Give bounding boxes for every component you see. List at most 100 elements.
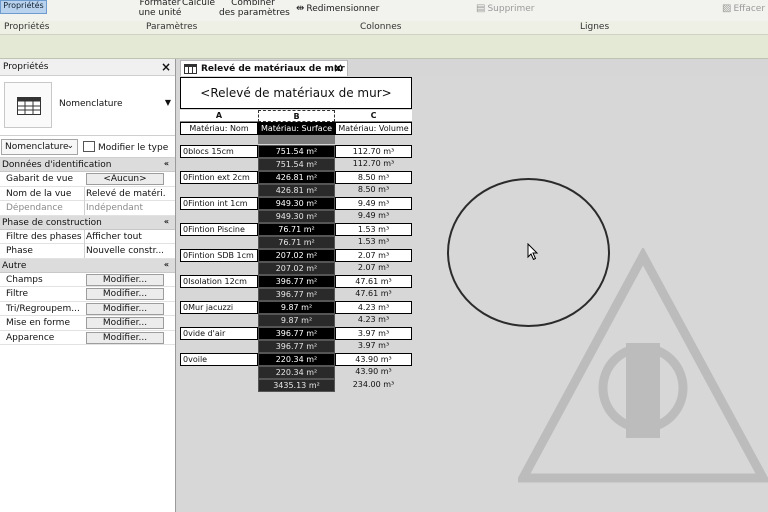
volume-subtotal-cell: 9.49 m³ <box>357 211 390 220</box>
tab-label: Relevé de matériaux de mur <box>201 64 345 74</box>
material-name-cell[interactable]: 0vide d'air <box>180 327 258 340</box>
prop-row-sorting: Tri/Regroupem... Modifier... <box>0 302 175 316</box>
surface-cell[interactable]: 396.77 m² <box>258 327 335 340</box>
fields-edit-button[interactable]: Modifier... <box>86 273 164 286</box>
surface-cell[interactable]: 426.81 m² <box>258 171 335 184</box>
edit-type-label: Modifier le type <box>98 143 169 153</box>
surface-cell[interactable]: 949.30 m² <box>258 197 335 210</box>
tab-schedule-view[interactable]: Relevé de matériaux de mur × <box>180 60 348 76</box>
filter-edit-button[interactable]: Modifier... <box>86 288 164 300</box>
formatting-edit-button[interactable]: Modifier... <box>86 317 164 329</box>
surface-subtotal-cell: 220.34 m² <box>258 366 335 379</box>
ribbon-panel-bar: Propriétés Paramètres Colonnes Lignes <box>0 21 768 35</box>
material-name-cell[interactable]: 0Fintion ext 2cm <box>180 171 258 184</box>
schedule-rows: 0blocs 15cm 751.54 m² 112.70 m³ 751.54 m² 11… <box>180 135 412 393</box>
prop-name: Champs <box>6 274 43 285</box>
volume-subtotal-cell: 3.97 m³ <box>357 341 390 350</box>
prop-row-dependency: Dépendance Indépendant <box>0 201 175 216</box>
group-label: Autre <box>2 260 27 271</box>
surface-cell[interactable]: 9.87 m² <box>258 301 335 314</box>
schedule-title[interactable]: <Relevé de matériaux de mur> <box>180 77 412 109</box>
column-letter-b[interactable]: B <box>258 110 335 122</box>
field-header-volume[interactable]: Matériau: Volume <box>335 122 412 135</box>
instance-filter-select[interactable]: Nomenclature ⌄ <box>1 139 78 155</box>
prop-name: Apparence <box>6 332 55 343</box>
volume-subtotal-cell: 8.50 m³ <box>357 185 390 194</box>
volume-cell[interactable]: 112.70 m³ <box>335 145 412 158</box>
column-letter-c[interactable]: C <box>335 110 412 122</box>
surface-grand-total: 3435.13 m² <box>258 379 335 392</box>
surface-subtotal-cell: 396.77 m² <box>258 288 335 301</box>
surface-cell[interactable]: 396.77 m² <box>258 275 335 288</box>
material-name-cell[interactable]: 0Fintion SDB 1cm <box>180 249 258 262</box>
delete-button[interactable]: ▤ Supprimer <box>476 3 535 15</box>
volume-cell[interactable]: 47.61 m³ <box>335 275 412 288</box>
material-name-cell[interactable]: 0voile <box>180 353 258 366</box>
material-name-cell[interactable]: 0Mur jacuzzi <box>180 301 258 314</box>
volume-cell[interactable]: 2.07 m³ <box>335 249 412 262</box>
caret-down-icon[interactable]: ▼ <box>165 98 171 107</box>
panel-label-columns: Colonnes <box>360 22 402 32</box>
volume-cell[interactable]: 1.53 m³ <box>335 223 412 236</box>
surface-cell[interactable]: 76.71 m² <box>258 223 335 236</box>
field-header-name[interactable]: Matériau: Nom <box>180 122 258 135</box>
ribbon: Propriétés Formater une unité Calculé Co… <box>0 0 768 21</box>
properties-palette: Propriétés × Nomenclature ▼ Nomenclature… <box>0 59 176 512</box>
mouse-cursor-icon <box>527 243 539 261</box>
material-name-cell[interactable]: 0Fintion Piscine <box>180 223 258 236</box>
sorting-edit-button[interactable]: Modifier... <box>86 302 164 315</box>
collapse-icon[interactable]: « <box>164 217 169 226</box>
material-name-cell[interactable]: 0Isolation 12cm <box>180 275 258 288</box>
surface-cell[interactable]: 751.54 m² <box>258 145 335 158</box>
properties-title: Propriétés <box>3 62 49 72</box>
properties-ribbon-button[interactable]: Propriétés <box>0 0 47 14</box>
volume-cell[interactable]: 9.49 m³ <box>335 197 412 210</box>
format-unit-button[interactable]: Formater une unité <box>138 0 182 18</box>
volume-cell[interactable]: 3.97 m³ <box>335 327 412 340</box>
schedule-canvas[interactable]: <Relevé de matériaux de mur> A B C Matér… <box>178 76 768 512</box>
type-selector[interactable]: Nomenclature ▼ <box>0 76 175 136</box>
collapse-icon[interactable]: « <box>164 260 169 269</box>
panel-label-parameters: Paramètres <box>146 22 198 32</box>
phase-field[interactable]: Nouvelle constr... <box>84 244 166 258</box>
prop-row-phase: Phase Nouvelle constr... <box>0 244 175 259</box>
volume-cell[interactable]: 43.90 m³ <box>335 353 412 366</box>
resize-button[interactable]: ⇹ Redimensionner <box>296 3 379 15</box>
prop-name: Dépendance <box>6 203 63 213</box>
surface-cell[interactable]: 220.34 m² <box>258 353 335 366</box>
close-icon[interactable]: × <box>161 60 171 74</box>
panel-label-rows: Lignes <box>580 22 610 32</box>
prop-row-phase-filter: Filtre des phases Afficher tout <box>0 229 175 244</box>
group-phase[interactable]: Phase de construction « <box>0 215 175 230</box>
clear-icon: ▨ <box>722 3 732 14</box>
edit-type-button[interactable]: Modifier le type <box>83 138 173 155</box>
surface-cell[interactable]: 207.02 m² <box>258 249 335 262</box>
appearance-edit-button[interactable]: Modifier... <box>86 331 164 344</box>
view-name-field[interactable]: Relevé de matéri... <box>84 186 166 201</box>
group-label: Phase de construction <box>2 217 102 228</box>
phase-filter-field[interactable]: Afficher tout <box>84 229 166 244</box>
view-template-button[interactable]: <Aucun> <box>86 173 164 185</box>
resize-icon: ⇹ <box>296 3 305 14</box>
volume-grand-total: 234.00 m³ <box>352 380 395 389</box>
field-headers: Matériau: Nom Matériau: Surface Matériau… <box>180 122 412 135</box>
clear-button[interactable]: ▨ Effacer <box>722 3 765 15</box>
material-name-cell[interactable]: 0blocs 15cm <box>180 145 258 158</box>
close-icon[interactable]: × <box>333 61 343 75</box>
volume-cell[interactable]: 8.50 m³ <box>335 171 412 184</box>
volume-cell[interactable]: 4.23 m³ <box>335 301 412 314</box>
material-name-cell[interactable]: 0Fintion int 1cm <box>180 197 258 210</box>
group-label: Données d'identification <box>2 160 112 170</box>
group-other[interactable]: Autre « <box>0 258 175 273</box>
group-identification[interactable]: Données d'identification « <box>0 158 175 172</box>
collapse-icon[interactable]: « <box>164 159 169 168</box>
surface-subtotal-cell: 207.02 m² <box>258 262 335 275</box>
delete-icon: ▤ <box>476 3 486 14</box>
field-header-surface[interactable]: Matériau: Surface <box>258 122 335 135</box>
calculate-button[interactable]: Calculé <box>182 0 215 8</box>
schedule-table: <Relevé de matériaux de mur> A B C Matér… <box>180 77 412 393</box>
surface-subtotal-cell: 426.81 m² <box>258 184 335 197</box>
column-letter-a[interactable]: A <box>180 110 258 122</box>
prop-name: Tri/Regroupem... <box>6 303 80 314</box>
combine-params-button[interactable]: Combiner des paramètres <box>219 0 290 18</box>
